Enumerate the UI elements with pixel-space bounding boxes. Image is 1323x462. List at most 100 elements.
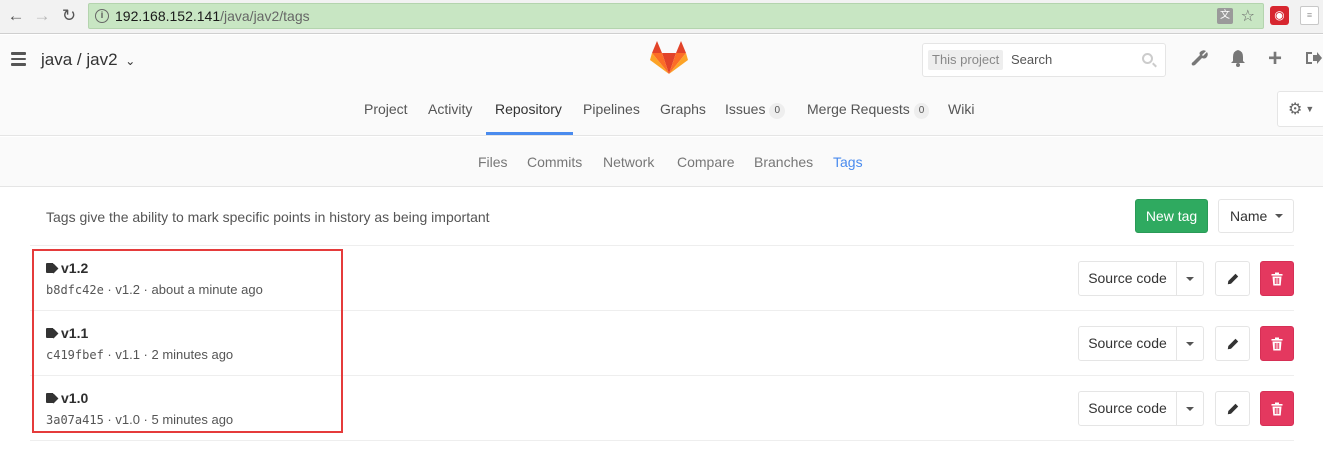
tab-issues-label: Issues (725, 101, 766, 117)
tag-name[interactable]: v1.1 (46, 325, 88, 341)
trash-icon (1271, 402, 1283, 415)
tag-name[interactable]: v1.0 (46, 390, 88, 406)
search-icon (1142, 53, 1153, 64)
project-nav-tabs: Project Activity Repository Pipelines Gr… (0, 87, 1323, 136)
gitlab-logo-icon[interactable] (650, 40, 688, 76)
tag-time: 2 minutes ago (151, 347, 234, 362)
tag-meta: 3a07a415 · v1.0 · 5 minutes ago (46, 412, 234, 427)
tab-merge-requests[interactable]: Merge Requests 0 (807, 101, 930, 119)
caret-down-icon: ▼ (1305, 104, 1315, 114)
delete-tag-button[interactable] (1260, 261, 1294, 296)
merge-requests-count-badge: 0 (913, 103, 930, 119)
tab-activity[interactable]: Activity (428, 101, 472, 117)
tab-project[interactable]: Project (364, 101, 408, 117)
source-code-dropdown[interactable] (1176, 261, 1204, 296)
project-settings-button[interactable]: ⚙ ▼ (1277, 91, 1323, 127)
commit-sha[interactable]: b8dfc42e (46, 283, 104, 297)
project-title-text: java / jav2 (41, 50, 118, 69)
hamburger-icon[interactable] (11, 52, 26, 66)
tag-time: about a minute ago (151, 282, 263, 297)
address-bar[interactable]: i 192.168.152.141/java/jav2/tags 文 ☆ (88, 3, 1264, 29)
edit-tag-button[interactable] (1215, 326, 1250, 361)
tag-row: v1.0 3a07a415 · v1.0 · 5 minutes ago Sou… (30, 376, 1294, 441)
sign-out-icon[interactable] (1303, 49, 1323, 69)
gear-icon: ⚙ (1288, 101, 1303, 118)
tag-time: 5 minutes ago (151, 412, 234, 427)
tag-icon (46, 393, 57, 403)
subnav-commits[interactable]: Commits (527, 154, 582, 170)
source-code-button[interactable]: Source code (1078, 326, 1177, 361)
tags-description: Tags give the ability to mark specific p… (46, 209, 490, 225)
tag-message: v1.0 (115, 412, 140, 427)
pencil-icon (1227, 338, 1238, 349)
subnav-compare[interactable]: Compare (677, 154, 735, 170)
tag-meta: c419fbef · v1.1 · 2 minutes ago (46, 347, 234, 362)
search-input[interactable]: This project Search (922, 43, 1166, 77)
url-text[interactable]: 192.168.152.141/java/jav2/tags (115, 8, 310, 24)
tag-icon (46, 328, 57, 338)
tab-repository[interactable]: Repository (495, 101, 562, 117)
sort-dropdown[interactable]: Name (1218, 199, 1294, 233)
url-host: 192.168.152.141 (115, 8, 221, 24)
source-code-dropdown[interactable] (1176, 391, 1204, 426)
source-code-button[interactable]: Source code (1078, 261, 1177, 296)
chevron-down-icon[interactable]: ⌄ (125, 54, 135, 68)
star-icon[interactable]: ☆ (1241, 6, 1255, 26)
trash-icon (1271, 272, 1283, 285)
translate-icon[interactable]: 文 (1217, 8, 1233, 24)
tag-name-text: v1.0 (61, 390, 89, 406)
tab-issues[interactable]: Issues 0 (725, 101, 786, 119)
tag-row: v1.1 c419fbef · v1.1 · 2 minutes ago Sou… (30, 311, 1294, 376)
tag-meta: b8dfc42e · v1.2 · about a minute ago (46, 282, 263, 297)
browser-toolbar: ← → ↻ i 192.168.152.141/java/jav2/tags 文… (0, 0, 1323, 34)
delete-tag-button[interactable] (1260, 326, 1294, 361)
pencil-icon (1227, 273, 1238, 284)
back-arrow-icon[interactable]: ← (6, 6, 26, 26)
pencil-icon (1227, 403, 1238, 414)
tag-icon (46, 263, 57, 273)
caret-down-icon (1275, 214, 1284, 218)
search-placeholder: Search (1011, 52, 1053, 67)
gitlab-header: java / jav2 ⌄ This project Search + (0, 35, 1323, 87)
delete-tag-button[interactable] (1260, 391, 1294, 426)
tab-wiki[interactable]: Wiki (948, 101, 974, 117)
bell-icon[interactable] (1228, 49, 1248, 69)
source-code-dropdown[interactable] (1176, 326, 1204, 361)
subnav-branches[interactable]: Branches (754, 154, 813, 170)
subnav-tags[interactable]: Tags (833, 154, 863, 170)
search-scope-badge[interactable]: This project (928, 50, 1004, 70)
commit-sha[interactable]: c419fbef (46, 348, 104, 362)
commit-sha[interactable]: 3a07a415 (46, 413, 104, 427)
tags-toolbar: Tags give the ability to mark specific p… (30, 188, 1294, 246)
subnav-files[interactable]: Files (478, 154, 508, 170)
tag-row: v1.2 b8dfc42e · v1.2 · about a minute ag… (30, 246, 1294, 311)
sort-label: Name (1230, 208, 1268, 224)
wrench-icon[interactable] (1190, 49, 1210, 69)
extension-icon[interactable]: ≡ (1300, 6, 1319, 25)
active-tab-indicator (486, 132, 573, 135)
extension-icon[interactable]: ◉ (1270, 6, 1289, 25)
plus-icon[interactable]: + (1265, 47, 1285, 71)
tag-name-text: v1.1 (61, 325, 89, 341)
tag-name-text: v1.2 (61, 260, 89, 276)
tab-merge-requests-label: Merge Requests (807, 101, 910, 117)
new-tag-button[interactable]: New tag (1135, 199, 1208, 233)
url-path: /java/jav2/tags (220, 8, 310, 24)
tab-graphs[interactable]: Graphs (660, 101, 706, 117)
issues-count-badge: 0 (769, 103, 786, 119)
caret-down-icon (1186, 277, 1194, 281)
caret-down-icon (1186, 407, 1194, 411)
edit-tag-button[interactable] (1215, 261, 1250, 296)
tag-message: v1.2 (115, 282, 140, 297)
reload-icon[interactable]: ↻ (59, 6, 79, 26)
source-code-button[interactable]: Source code (1078, 391, 1177, 426)
trash-icon (1271, 337, 1283, 350)
tag-name[interactable]: v1.2 (46, 260, 88, 276)
forward-arrow-icon[interactable]: → (32, 6, 52, 26)
edit-tag-button[interactable] (1215, 391, 1250, 426)
caret-down-icon (1186, 342, 1194, 346)
tab-pipelines[interactable]: Pipelines (583, 101, 640, 117)
project-title[interactable]: java / jav2 ⌄ (41, 50, 135, 70)
info-icon[interactable]: i (95, 9, 109, 23)
subnav-network[interactable]: Network (603, 154, 654, 170)
